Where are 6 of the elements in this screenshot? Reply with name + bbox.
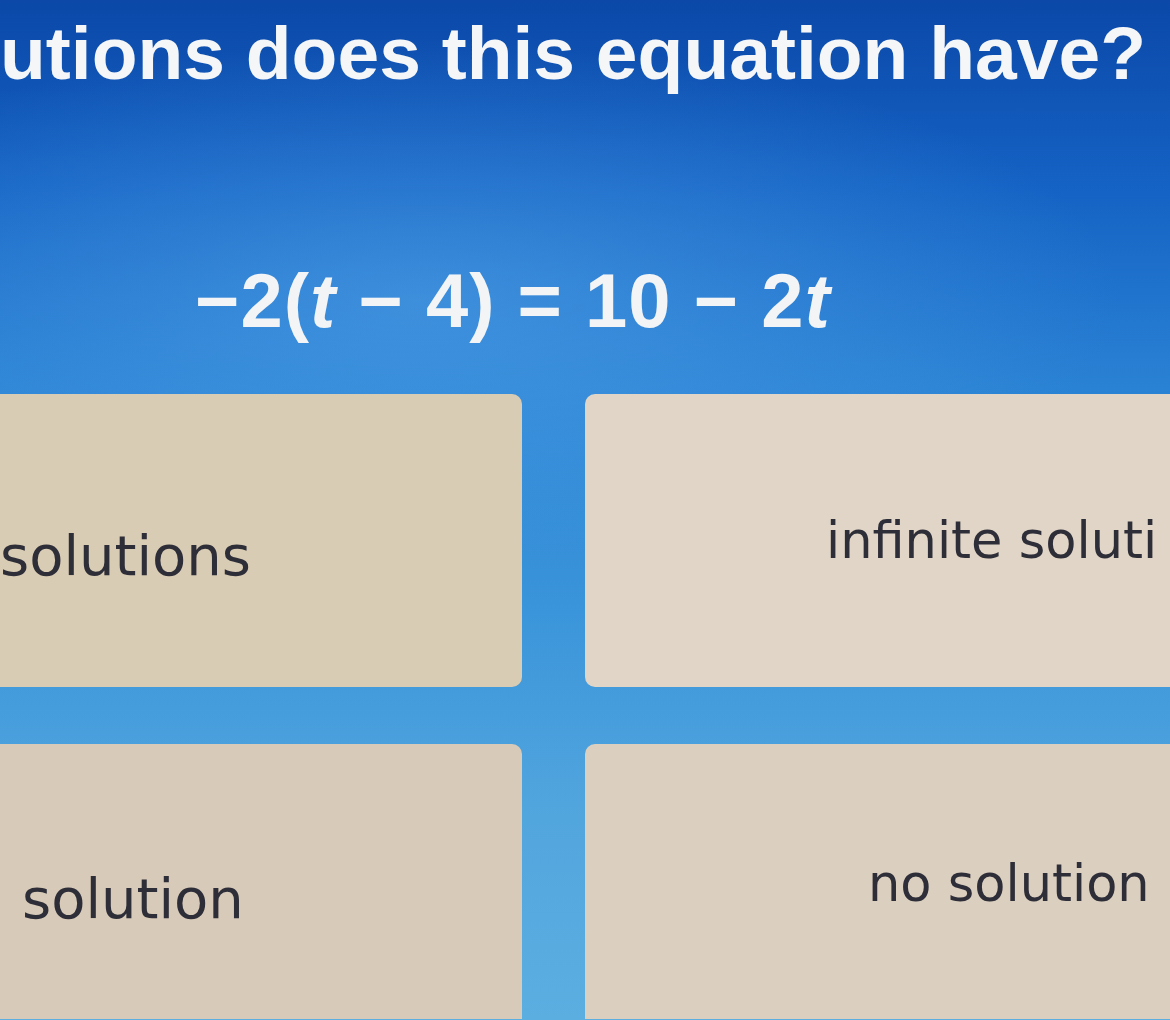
answer-option[interactable]: solutions xyxy=(0,394,522,687)
equation-text: −2(t − 4) = 10 − 2t xyxy=(195,258,831,344)
answer-option[interactable]: infinite soluti xyxy=(585,394,1170,687)
question-text: utions does this equation have? xyxy=(0,10,1147,97)
answer-option[interactable]: solution xyxy=(0,744,522,1019)
answer-option[interactable]: no solution xyxy=(585,744,1170,1019)
